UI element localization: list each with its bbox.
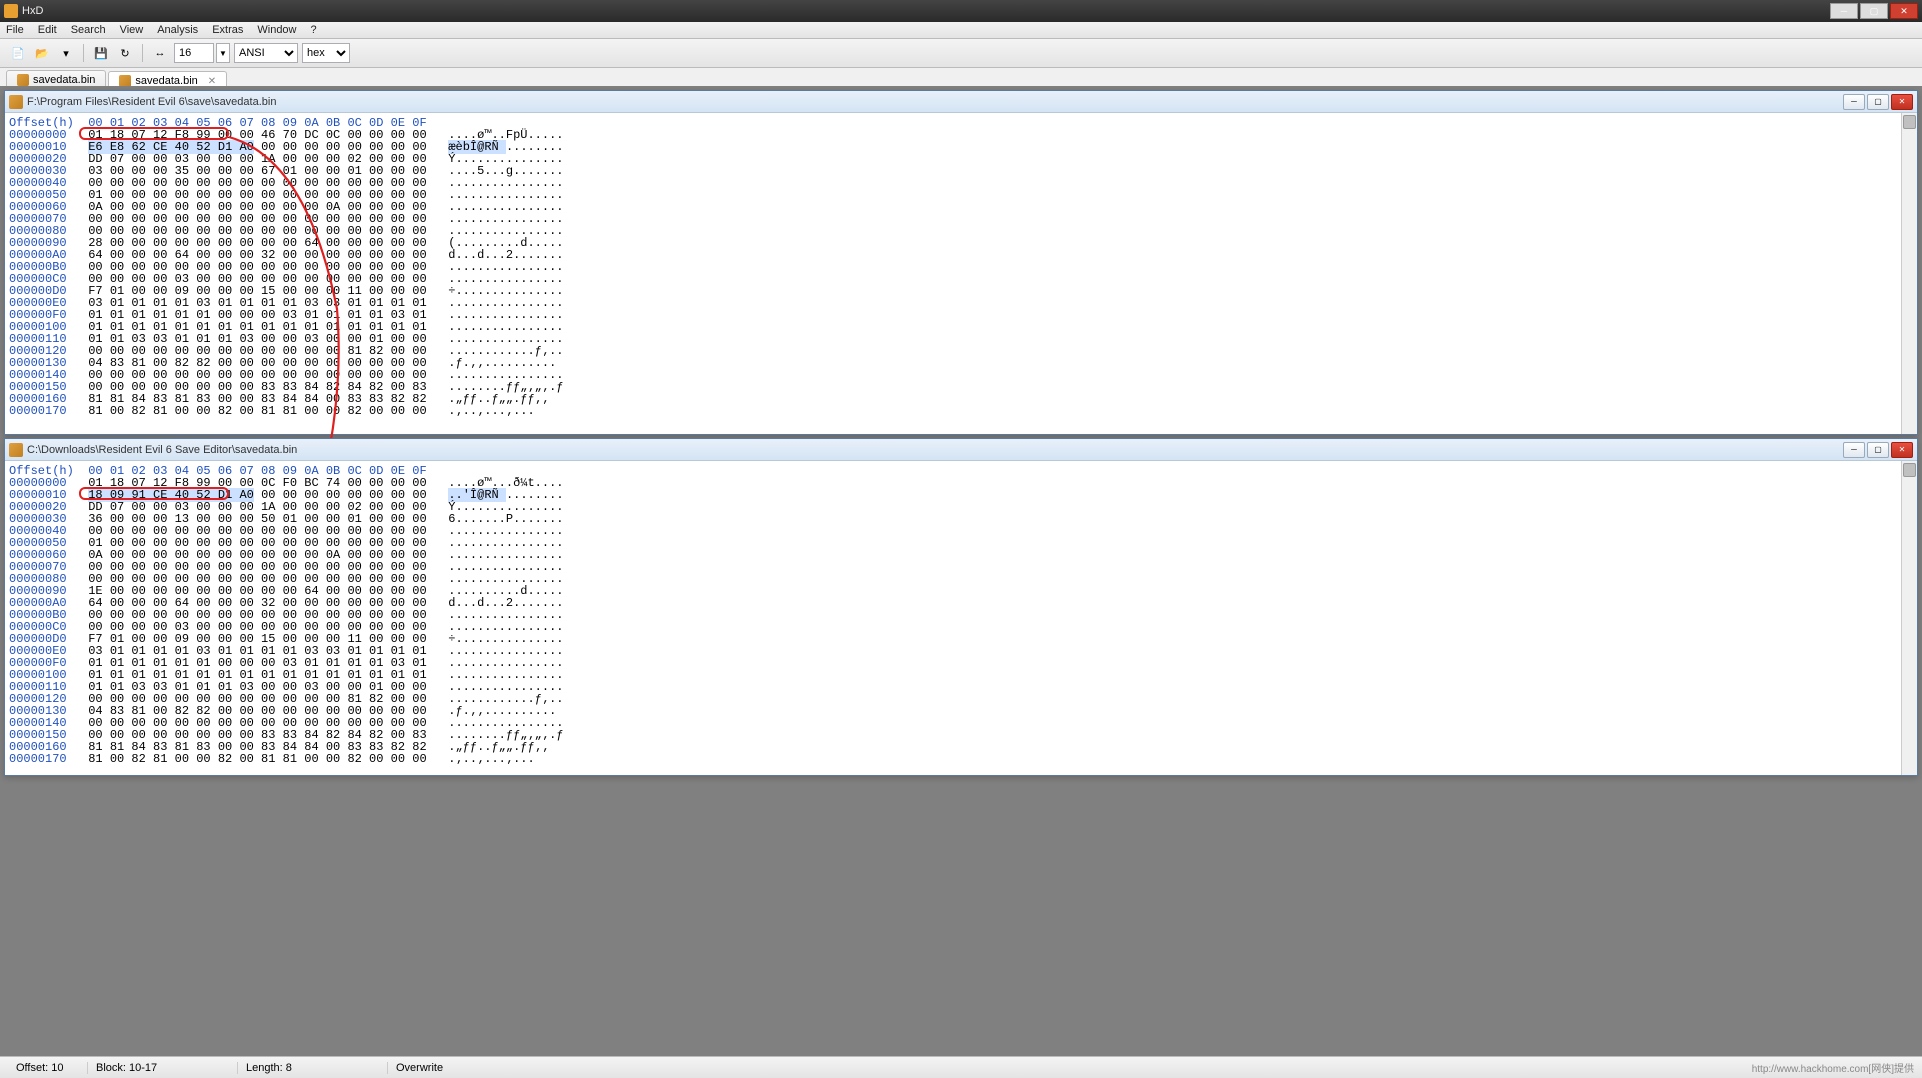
open-icon: 📂 xyxy=(35,47,49,60)
new-button[interactable]: 📄 xyxy=(8,43,28,63)
app-title: HxD xyxy=(22,5,43,17)
menu-edit[interactable]: Edit xyxy=(38,24,57,36)
hex-window-top: F:\Program Files\Resident Evil 6\save\sa… xyxy=(4,90,1918,435)
status-block: Block: 10-17 xyxy=(88,1062,238,1074)
window-controls: ─ ▢ ✕ xyxy=(1830,3,1918,19)
menu-view[interactable]: View xyxy=(120,24,144,36)
save-button[interactable]: 💾 xyxy=(91,43,111,63)
menu-file[interactable]: File xyxy=(6,24,24,36)
save-icon: 💾 xyxy=(94,47,108,60)
file-icon xyxy=(17,74,29,86)
mdi-path: C:\Downloads\Resident Evil 6 Save Editor… xyxy=(27,444,297,456)
mdi-maximize-button[interactable]: ▢ xyxy=(1867,94,1889,110)
status-offset: Offset: 10 xyxy=(8,1062,88,1074)
minimize-button[interactable]: ─ xyxy=(1830,3,1858,19)
tab-label: savedata.bin xyxy=(33,74,95,86)
statusbar: Offset: 10 Block: 10-17 Length: 8 Overwr… xyxy=(0,1056,1922,1078)
status-mode: Overwrite xyxy=(388,1062,538,1074)
refresh-icon: ↻ xyxy=(120,47,129,60)
mdi-close-button[interactable]: ✕ xyxy=(1891,442,1913,458)
vertical-scrollbar[interactable] xyxy=(1901,461,1917,775)
menu-window[interactable]: Window xyxy=(257,24,296,36)
menu-analysis[interactable]: Analysis xyxy=(157,24,198,36)
app-icon xyxy=(4,4,18,18)
mdi-path: F:\Program Files\Resident Evil 6\save\sa… xyxy=(27,96,276,108)
window-titlebar: HxD ─ ▢ ✕ xyxy=(0,0,1922,22)
new-icon: 📄 xyxy=(11,47,25,60)
watermark-text: http://www.hackhome.com[网侠]提供 xyxy=(1752,1060,1914,1075)
mdi-maximize-button[interactable]: ▢ xyxy=(1867,442,1889,458)
mdi-titlebar[interactable]: C:\Downloads\Resident Evil 6 Save Editor… xyxy=(5,439,1917,461)
columns-input[interactable] xyxy=(174,43,214,63)
file-icon xyxy=(9,443,23,457)
chevron-down-icon: ▾ xyxy=(63,47,69,60)
arrows-icon: ↔ xyxy=(155,47,166,59)
mdi-minimize-button[interactable]: ─ xyxy=(1843,442,1865,458)
file-icon xyxy=(9,95,23,109)
open-button[interactable]: 📂 xyxy=(32,43,52,63)
encoding-select[interactable]: ANSI xyxy=(234,43,298,63)
refresh-button[interactable]: ↻ xyxy=(115,43,135,63)
mdi-close-button[interactable]: ✕ xyxy=(1891,94,1913,110)
close-button[interactable]: ✕ xyxy=(1890,3,1918,19)
hex-window-bottom: C:\Downloads\Resident Evil 6 Save Editor… xyxy=(4,438,1918,776)
hex-editor-bottom[interactable]: Offset(h) 00 01 02 03 04 05 06 07 08 09 … xyxy=(5,461,1917,775)
open-dropdown[interactable]: ▾ xyxy=(56,43,76,63)
base-select[interactable]: hex xyxy=(302,43,350,63)
menu-help[interactable]: ? xyxy=(311,24,317,36)
menu-extras[interactable]: Extras xyxy=(212,24,243,36)
mdi-minimize-button[interactable]: ─ xyxy=(1843,94,1865,110)
maximize-button[interactable]: ▢ xyxy=(1860,3,1888,19)
menu-search[interactable]: Search xyxy=(71,24,106,36)
chevron-down-icon[interactable]: ▼ xyxy=(216,43,230,63)
menubar: File Edit Search View Analysis Extras Wi… xyxy=(0,22,1922,39)
hex-editor-top[interactable]: Offset(h) 00 01 02 03 04 05 06 07 08 09 … xyxy=(5,113,1917,434)
arrows-button[interactable]: ↔ xyxy=(150,43,170,63)
mdi-titlebar[interactable]: F:\Program Files\Resident Evil 6\save\sa… xyxy=(5,91,1917,113)
mdi-workspace: F:\Program Files\Resident Evil 6\save\sa… xyxy=(0,86,1922,1056)
status-length: Length: 8 xyxy=(238,1062,388,1074)
toolbar: 📄 📂 ▾ 💾 ↻ ↔ ▼ ANSI hex xyxy=(0,39,1922,68)
vertical-scrollbar[interactable] xyxy=(1901,113,1917,434)
close-icon[interactable]: ✕ xyxy=(208,76,216,87)
